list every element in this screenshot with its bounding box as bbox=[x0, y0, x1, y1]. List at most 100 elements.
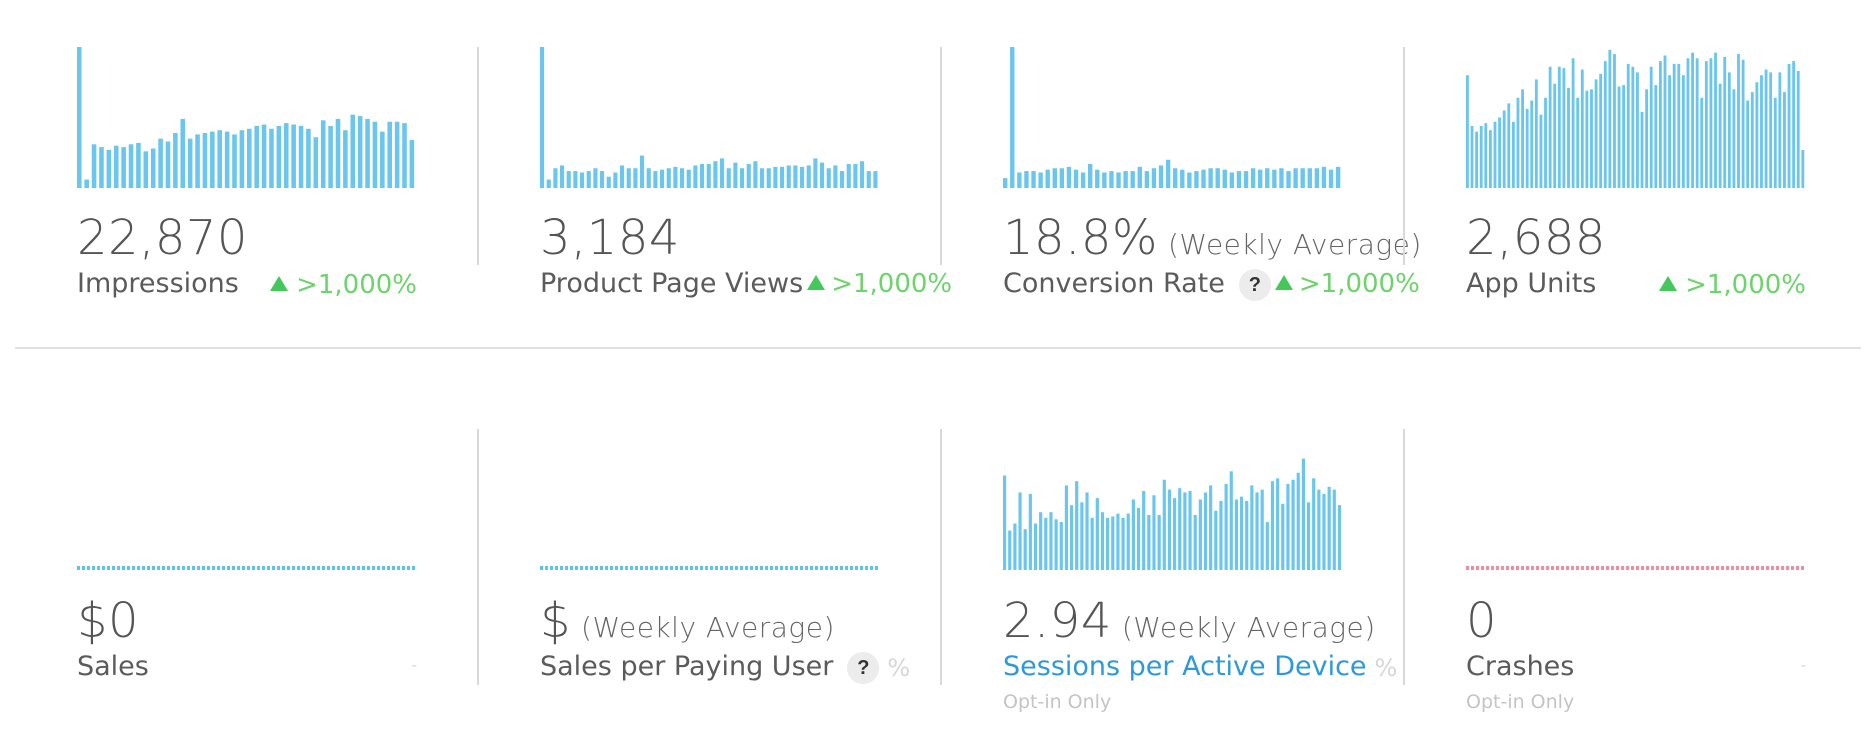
chart-bar bbox=[686, 169, 691, 188]
chart-bar bbox=[1258, 169, 1263, 188]
metric-card-conversion-rate[interactable]: 18.8% (Weekly Average) Conversion Rate? >1… bbox=[1003, 0, 1421, 340]
chart-bar bbox=[1576, 97, 1580, 188]
chart-bar bbox=[1018, 492, 1022, 570]
chart-bar bbox=[343, 130, 348, 188]
chart-bar bbox=[269, 128, 274, 188]
chart-bar bbox=[586, 171, 591, 188]
metric-card-sessions-per-active-device[interactable]: 2.94 (Weekly Average) Sessions per Active… bbox=[1003, 355, 1397, 745]
triangle-up-icon bbox=[1274, 275, 1293, 290]
product-page-views-change: >1,000% bbox=[807, 269, 952, 299]
help-icon[interactable]: ? bbox=[847, 651, 880, 684]
chart-bar bbox=[1147, 515, 1151, 570]
chart-bar bbox=[1521, 89, 1524, 188]
chart-bar bbox=[128, 144, 134, 188]
sales-per-paying-user-empty-line bbox=[540, 566, 880, 570]
metric-card-sales[interactable]: $0 Sales - bbox=[77, 355, 417, 745]
chart-bar bbox=[646, 168, 651, 188]
chart-bar bbox=[1121, 517, 1125, 570]
app-units-change: >1,000% bbox=[1659, 270, 1806, 300]
chart-bar bbox=[357, 116, 363, 188]
chart-bar bbox=[1031, 171, 1036, 188]
chart-bar bbox=[328, 125, 333, 188]
sessions-chart bbox=[1003, 429, 1343, 570]
top-metrics-row: 22,870 Impressions >1,000% 3,184 Product… bbox=[0, 0, 1876, 350]
bottom-metrics-row: $0 Sales - $ (Weekly Average) Sales per P… bbox=[0, 355, 1876, 751]
sessions-label[interactable]: Sessions per Active Device% bbox=[1003, 651, 1397, 682]
metric-card-app-units[interactable]: 2,688 App Units >1,000% bbox=[1466, 0, 1806, 340]
sessions-change: % bbox=[1374, 653, 1398, 682]
chart-bar bbox=[1126, 513, 1130, 570]
chart-bar bbox=[1219, 500, 1223, 570]
chart-bar bbox=[1622, 85, 1626, 188]
chart-bar bbox=[633, 168, 638, 188]
conversion-rate-value: 18.8% (Weekly Average) bbox=[1003, 210, 1422, 266]
chart-bar bbox=[372, 121, 378, 188]
chart-bar bbox=[1300, 168, 1305, 188]
chart-bar bbox=[1332, 489, 1336, 570]
sessions-opt-in-note: Opt-in Only bbox=[1003, 691, 1112, 713]
crashes-empty-line bbox=[1466, 566, 1806, 570]
metric-card-product-page-views[interactable]: 3,184 Product Page Views >1,000% bbox=[540, 0, 952, 340]
chart-bar bbox=[1044, 517, 1048, 570]
chart-bar bbox=[1250, 485, 1254, 570]
chart-bar bbox=[1695, 58, 1699, 188]
chart-bar bbox=[1314, 168, 1320, 188]
sessions-label-link[interactable]: Sessions per Active Device bbox=[1003, 651, 1367, 682]
chart-bar bbox=[1229, 172, 1235, 188]
chart-bar bbox=[1608, 49, 1612, 188]
chart-bar bbox=[1095, 498, 1099, 570]
chart-bar bbox=[1663, 55, 1667, 188]
row-divider bbox=[15, 347, 1861, 349]
sales-per-paying-user-value-suffix: (Weekly Average) bbox=[581, 611, 835, 644]
chart-bar bbox=[1116, 513, 1120, 570]
chart-bar bbox=[1024, 171, 1029, 188]
chart-bar bbox=[1603, 61, 1607, 188]
crashes-change: - bbox=[1800, 657, 1806, 674]
chart-bar bbox=[1013, 523, 1017, 570]
chart-bar bbox=[1255, 492, 1259, 570]
chart-bar bbox=[620, 165, 625, 188]
chart-bar bbox=[580, 172, 585, 188]
chart-bar bbox=[866, 171, 871, 188]
sales-empty-line bbox=[77, 566, 417, 570]
chart-bar bbox=[1234, 499, 1239, 570]
help-icon[interactable]: ? bbox=[1238, 268, 1271, 301]
chart-bar bbox=[1162, 479, 1166, 570]
conversion-rate-value-number: 18.8% bbox=[1003, 210, 1158, 266]
chart-bar bbox=[1557, 66, 1561, 188]
chart-bar bbox=[187, 138, 193, 188]
chart-bar bbox=[106, 149, 112, 188]
metric-card-crashes[interactable]: 0 Crashes - Opt-in Only bbox=[1466, 355, 1806, 745]
conversion-rate-value-suffix: (Weekly Average) bbox=[1167, 228, 1422, 261]
chart-bar bbox=[1764, 69, 1768, 188]
app-units-bar-chart bbox=[1466, 49, 1805, 188]
chart-bar bbox=[1727, 72, 1731, 188]
column-divider bbox=[477, 429, 479, 685]
chart-bar bbox=[380, 131, 385, 188]
chart-bar bbox=[1617, 86, 1621, 188]
chart-bar bbox=[593, 168, 598, 188]
chart-bar bbox=[1649, 66, 1653, 188]
chart-bar bbox=[365, 118, 370, 188]
chart-bar bbox=[660, 169, 665, 188]
product-page-views-value: 3,184 bbox=[540, 210, 680, 266]
chart-bar bbox=[1548, 66, 1552, 188]
chart-bar bbox=[846, 164, 851, 188]
metric-card-impressions[interactable]: 22,870 Impressions >1,000% bbox=[77, 0, 417, 340]
chart-bar bbox=[1088, 164, 1093, 188]
metric-card-sales-per-paying-user[interactable]: $ (Weekly Average) Sales per Paying User?… bbox=[540, 355, 910, 745]
chart-bar bbox=[306, 128, 311, 188]
chart-bar bbox=[1654, 85, 1658, 188]
chart-bar bbox=[1484, 123, 1488, 188]
chart-bar bbox=[1507, 103, 1511, 188]
chart-bar bbox=[1033, 523, 1038, 570]
chart-bar bbox=[1151, 168, 1157, 188]
chart-bar bbox=[1193, 515, 1197, 570]
chart-bar bbox=[653, 171, 658, 188]
chart-bar bbox=[1562, 68, 1566, 188]
chart-bar bbox=[1064, 485, 1069, 570]
chart-bar bbox=[1250, 168, 1256, 188]
chart-bar bbox=[1085, 492, 1089, 570]
chart-bar bbox=[1209, 485, 1213, 570]
chart-bar bbox=[1198, 499, 1202, 570]
